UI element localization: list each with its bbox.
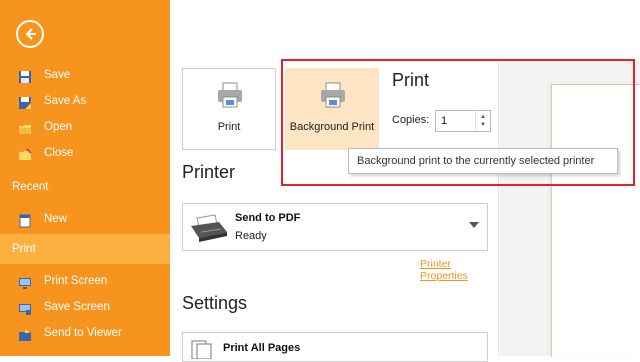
printer-name: Send to PDF — [235, 212, 301, 224]
pages-icon — [191, 340, 212, 359]
sidebar-item-label: Save As — [44, 95, 87, 107]
printer-section-title: Printer — [182, 162, 236, 182]
backstage-sidebar: Save Save As Open Close Recent New Print — [0, 0, 170, 356]
sidebar-item-label: Print Screen — [44, 275, 108, 287]
pages-option-label: Print All Pages — [223, 342, 301, 354]
sidebar-item-label: Save Screen — [44, 301, 110, 313]
background-print-tooltip: Background print to the currently select… — [348, 148, 618, 174]
open-folder-icon — [18, 120, 32, 134]
pages-dropdown[interactable]: Print All Pages — [182, 332, 488, 362]
sidebar-item-save-screen[interactable]: Save Screen — [0, 294, 170, 320]
sidebar-item-save-as[interactable]: Save As — [0, 88, 170, 114]
save-as-icon — [18, 94, 32, 109]
sidebar-item-send-to-viewer[interactable]: Send to Viewer — [0, 320, 170, 346]
sidebar-item-close[interactable]: Close — [0, 140, 170, 166]
close-folder-icon — [18, 146, 32, 160]
new-document-icon — [18, 212, 32, 228]
chevron-down-icon[interactable] — [469, 222, 479, 228]
sidebar-item-new[interactable]: New — [0, 206, 170, 232]
print-button[interactable]: Print — [182, 68, 276, 150]
pdf-printer-icon — [191, 214, 227, 242]
sidebar-item-label: Recent — [12, 181, 49, 193]
sidebar-item-print[interactable]: Print — [0, 234, 170, 264]
print-button-label: Print — [217, 121, 241, 133]
sidebar-item-label: Open — [44, 121, 73, 133]
settings-section-title: Settings — [182, 293, 248, 313]
printer-icon — [218, 82, 242, 108]
save-icon — [18, 68, 32, 83]
send-to-viewer-icon — [18, 326, 32, 341]
sidebar-item-print-screen[interactable]: Print Screen — [0, 268, 170, 294]
sidebar-item-label: Send to Viewer — [44, 327, 122, 339]
printer-properties-link[interactable]: Printer Properties — [420, 258, 500, 282]
back-arrow-icon[interactable] — [16, 20, 44, 48]
sidebar-item-label: Print — [12, 243, 36, 255]
sidebar-item-label: Save — [44, 69, 71, 81]
printer-dropdown[interactable]: Send to PDF Ready — [182, 203, 488, 251]
printer-status: Ready — [235, 230, 267, 242]
save-screen-icon — [18, 300, 32, 315]
sidebar-item-label: New — [44, 213, 68, 225]
sidebar-item-open[interactable]: Open — [0, 114, 170, 140]
sidebar-item-recent[interactable]: Recent — [0, 174, 170, 200]
sidebar-item-label: Close — [44, 147, 74, 159]
sidebar-item-save[interactable]: Save — [0, 62, 170, 88]
print-screen-icon — [18, 274, 32, 289]
